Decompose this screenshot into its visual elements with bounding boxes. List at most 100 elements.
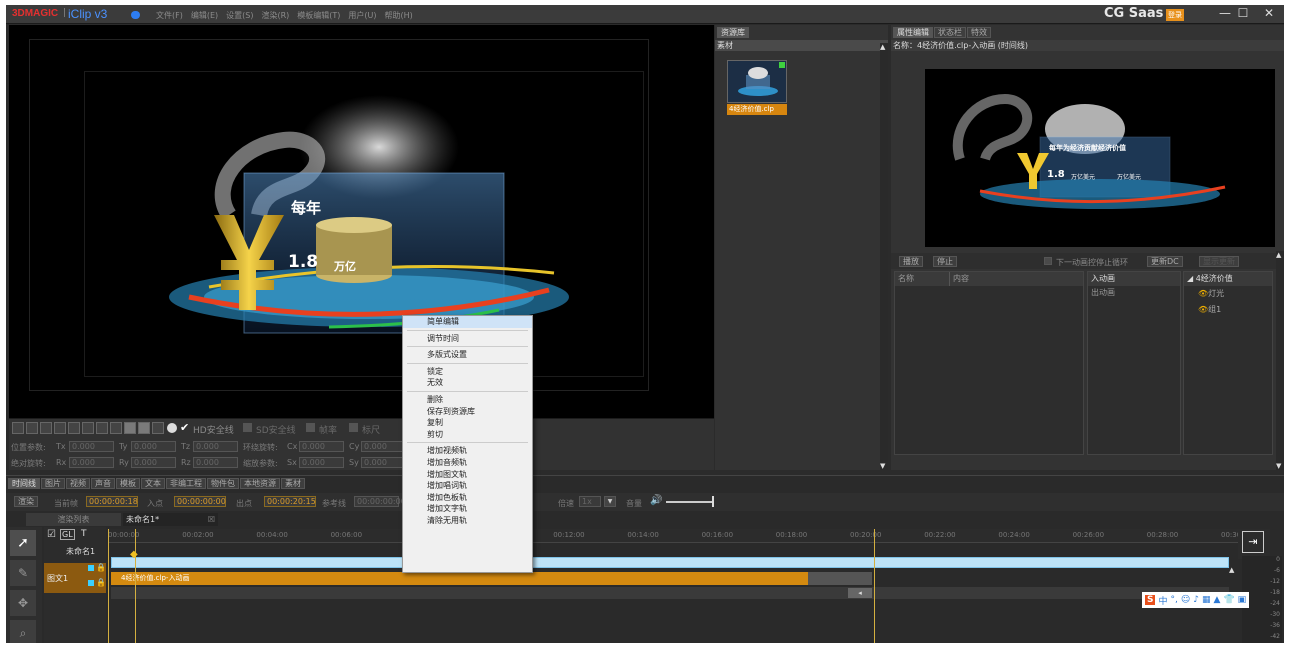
ime-emoji-icon[interactable]: ☺ bbox=[1181, 595, 1190, 605]
menu-render[interactable]: 渲染(R) bbox=[261, 10, 289, 21]
current-frame-field[interactable]: 00:00:00:18 bbox=[86, 496, 138, 507]
rx-field[interactable]: 0.000 bbox=[69, 457, 114, 468]
ry-field[interactable]: 0.000 bbox=[131, 457, 176, 468]
track-area[interactable]: 4经济价值.clp-入动画 ◂ ◆ bbox=[108, 529, 1238, 643]
ime-lang-toggle[interactable]: 中 bbox=[1158, 594, 1167, 607]
project-duration-bar[interactable] bbox=[111, 557, 1229, 568]
eye-icon[interactable]: 👁 bbox=[1198, 289, 1208, 298]
tz-field[interactable]: 0.000 bbox=[193, 441, 238, 452]
zoom-tool-icon[interactable]: ⌕ bbox=[10, 620, 36, 643]
menu-item-add-lyric-track[interactable]: 增加唱词轨 bbox=[403, 480, 532, 492]
stop-button[interactable]: 停止 bbox=[933, 256, 957, 267]
tab-timeline[interactable]: 时间线 bbox=[8, 478, 40, 489]
menu-template[interactable]: 模板编辑(T) bbox=[297, 10, 340, 21]
update-dc-button[interactable]: 更新DC bbox=[1147, 256, 1183, 267]
forward-icon[interactable] bbox=[82, 422, 94, 434]
speaker-icon[interactable]: 🔊 bbox=[650, 495, 662, 506]
playhead-line[interactable] bbox=[135, 529, 136, 643]
track-checkbox[interactable]: ☑ bbox=[47, 529, 56, 540]
col-name[interactable]: 名称 bbox=[895, 272, 950, 286]
lock-icon[interactable]: 🔒 bbox=[96, 578, 106, 587]
asset-scrollbar[interactable]: ▲ ▼ bbox=[880, 43, 888, 470]
tab-property-edit[interactable]: 属性编辑 bbox=[893, 27, 933, 38]
menu-item-add-graphic-track[interactable]: 增加图文轨 bbox=[403, 469, 532, 481]
menu-item-simple-edit[interactable]: 简单编辑 bbox=[403, 316, 532, 328]
play-icon[interactable] bbox=[124, 422, 136, 434]
main-viewer[interactable]: 每年 1.8 万亿 bbox=[9, 25, 714, 418]
ime-punctuation-icon[interactable]: °, bbox=[1171, 595, 1178, 605]
rz-field[interactable]: 0.000 bbox=[193, 457, 238, 468]
first-frame-icon[interactable] bbox=[12, 422, 24, 434]
menu-edit[interactable]: 编辑(E) bbox=[191, 10, 218, 21]
menu-item-add-audio-track[interactable]: 增加音频轨 bbox=[403, 457, 532, 469]
ref-line-field[interactable]: 00:00:00:00 bbox=[354, 496, 406, 507]
update-display-button[interactable]: 显示更新 bbox=[1199, 256, 1239, 267]
sy-field[interactable]: 0.000 bbox=[361, 457, 406, 468]
sogou-logo-icon[interactable]: S bbox=[1145, 595, 1156, 605]
speed-select[interactable]: 1x bbox=[579, 496, 601, 507]
out-point-field[interactable]: 00:00:20:15 bbox=[264, 496, 316, 507]
tab-sound[interactable]: 声音 bbox=[91, 478, 115, 489]
text-cursor-icon[interactable] bbox=[96, 422, 108, 434]
sx-field[interactable]: 0.000 bbox=[299, 457, 344, 468]
menu-help[interactable]: 帮助(H) bbox=[385, 10, 413, 21]
ty-field[interactable]: 0.000 bbox=[131, 441, 176, 452]
close-tab-icon[interactable]: ☒ bbox=[208, 513, 215, 526]
stop-loop-checkbox[interactable] bbox=[1044, 257, 1052, 265]
tree-root[interactable]: ◢ 4经济价值 bbox=[1184, 272, 1272, 286]
menu-item-add-text-track[interactable]: 增加文字轨 bbox=[403, 503, 532, 515]
play-all-icon[interactable] bbox=[138, 422, 150, 434]
menu-item-clear-unused-tracks[interactable]: 清除无用轨 bbox=[403, 515, 532, 527]
scroll-up-icon[interactable]: ▲ bbox=[1276, 251, 1281, 259]
tree-item-group[interactable]: 👁组1 bbox=[1184, 302, 1272, 318]
tree-item-light[interactable]: 👁灯光 bbox=[1184, 286, 1272, 302]
menu-item-multi-layout[interactable]: 多版式设置 bbox=[403, 349, 532, 361]
close-button[interactable]: ✕ bbox=[1260, 5, 1278, 23]
prev-frame-icon[interactable] bbox=[26, 422, 38, 434]
record-r-icon[interactable] bbox=[152, 422, 164, 434]
pause-icon[interactable] bbox=[40, 422, 52, 434]
cg-saas-logo[interactable]: CG Saas bbox=[1104, 6, 1163, 21]
frame-rate-checkbox[interactable] bbox=[306, 423, 315, 432]
sd-safe-checkbox[interactable] bbox=[243, 423, 252, 432]
playhead-marker-icon[interactable]: ◆ bbox=[130, 549, 138, 560]
project-tab[interactable]: 未命名1* ☒ bbox=[123, 513, 218, 526]
clip-bar[interactable]: 4经济价值.clp-入动画 bbox=[111, 572, 808, 585]
tab-material[interactable]: 素材 bbox=[281, 478, 305, 489]
minimize-button[interactable]: — bbox=[1216, 5, 1234, 23]
ime-tools-icon[interactable]: ▲ bbox=[1214, 595, 1221, 605]
time-ruler[interactable]: 00:00:0000:02:0000:04:0000:06:0000:08:00… bbox=[108, 529, 1252, 543]
loop-icon[interactable] bbox=[110, 422, 122, 434]
maximize-button[interactable]: ☐ bbox=[1234, 5, 1252, 23]
menu-item-adjust-time[interactable]: 调节时间 bbox=[403, 333, 532, 345]
ime-grid-icon[interactable]: ▣ bbox=[1238, 595, 1247, 605]
speed-dropdown-icon[interactable]: ▼ bbox=[604, 496, 616, 507]
menu-settings[interactable]: 设置(S) bbox=[226, 10, 253, 21]
select-tool-icon[interactable]: ➚ bbox=[10, 530, 36, 556]
tx-field[interactable]: 0.000 bbox=[69, 441, 114, 452]
tab-video[interactable]: 视频 bbox=[66, 478, 90, 489]
gl-toggle[interactable]: GL bbox=[60, 529, 75, 540]
export-icon[interactable]: ⇥ bbox=[1242, 531, 1264, 553]
record-dot-icon[interactable] bbox=[167, 423, 177, 433]
track-scroll-left-icon[interactable]: ◂ bbox=[848, 588, 872, 598]
text-toggle[interactable]: T bbox=[81, 529, 87, 539]
menu-item-add-video-track[interactable]: 增加视频轨 bbox=[403, 445, 532, 457]
move-tool-icon[interactable]: ✥ bbox=[10, 590, 36, 616]
razor-tool-icon[interactable]: ✎ bbox=[10, 560, 36, 586]
menu-item-cut[interactable]: 剪切 bbox=[403, 429, 532, 441]
menu-item-delete[interactable]: 删除 bbox=[403, 394, 532, 406]
rewind-icon[interactable] bbox=[68, 422, 80, 434]
cx-field[interactable]: 0.000 bbox=[299, 441, 344, 452]
render-button[interactable]: 渲染 bbox=[14, 496, 38, 507]
menu-item-copy[interactable]: 复制 bbox=[403, 417, 532, 429]
tab-object-pack[interactable]: 物件包 bbox=[207, 478, 239, 489]
visible-toggle-icon[interactable] bbox=[88, 565, 94, 571]
scroll-down-icon[interactable]: ▼ bbox=[880, 462, 885, 470]
visible-toggle-icon[interactable] bbox=[88, 580, 94, 586]
anim-in-item[interactable]: 入动画 bbox=[1088, 272, 1180, 286]
play-button[interactable]: 播放 bbox=[899, 256, 923, 267]
ime-skin-icon[interactable]: 👕 bbox=[1223, 595, 1234, 605]
layer-header[interactable]: 图文1 🔒 🔒 bbox=[44, 563, 106, 593]
render-list-tab[interactable]: 渲染列表 bbox=[26, 513, 121, 526]
